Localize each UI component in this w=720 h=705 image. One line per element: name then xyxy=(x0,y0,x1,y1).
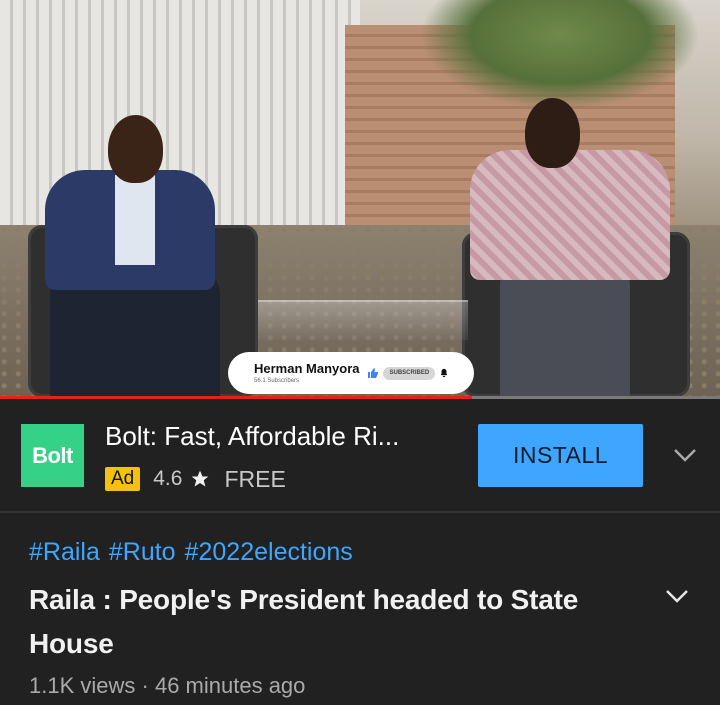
view-count: 1.1K views xyxy=(29,673,136,698)
channel-subscribers: 56.1 Subscribers xyxy=(254,378,300,384)
thumbs-up-icon xyxy=(368,368,379,378)
hashtag-link[interactable]: #2022elections xyxy=(185,538,353,567)
meta-separator: · xyxy=(141,673,149,698)
interviewer-head xyxy=(108,115,163,183)
ad-price: FREE xyxy=(224,465,286,492)
install-button[interactable]: INSTALL xyxy=(478,424,643,487)
bolt-app-logo[interactable]: Bolt xyxy=(21,424,84,487)
bell-icon xyxy=(440,368,448,378)
video-title[interactable]: Raila : People's President headed to Sta… xyxy=(29,578,639,666)
channel-overlay-text: Herman Manyora 56.1 Subscribers xyxy=(254,362,359,384)
hashtag-link[interactable]: #Ruto xyxy=(109,538,176,567)
hashtag-link[interactable]: #Raila xyxy=(29,538,100,567)
guest-head xyxy=(525,98,580,168)
interviewer-shirt xyxy=(115,175,155,265)
video-player[interactable]: Herman Manyora 56.1 Subscribers SUBSCRIB… xyxy=(0,0,720,397)
guest-legs xyxy=(500,265,630,397)
channel-overlay-card[interactable]: Herman Manyora 56.1 Subscribers SUBSCRIB… xyxy=(228,352,474,394)
ad-title[interactable]: Bolt: Fast, Affordable Ri... xyxy=(105,421,465,452)
subscribed-pill[interactable]: SUBSCRIBED xyxy=(383,366,436,380)
star-icon xyxy=(192,470,209,487)
hashtag-list: #Raila #Ruto #2022elections xyxy=(29,538,353,567)
glass-table xyxy=(258,300,468,340)
chevron-down-icon[interactable] xyxy=(672,444,698,466)
ad-rating: 4.6 xyxy=(153,467,183,490)
video-meta: 1.1K views · 46 minutes ago xyxy=(29,673,305,699)
guest-body xyxy=(470,150,670,280)
upload-time: 46 minutes ago xyxy=(154,673,306,698)
channel-name: Herman Manyora xyxy=(254,361,360,376)
ad-badge: Ad xyxy=(105,467,141,491)
background-tree xyxy=(420,0,700,110)
ad-meta: Ad 4.6 FREE xyxy=(105,466,286,492)
divider xyxy=(0,511,720,513)
chevron-down-icon[interactable] xyxy=(664,585,690,607)
